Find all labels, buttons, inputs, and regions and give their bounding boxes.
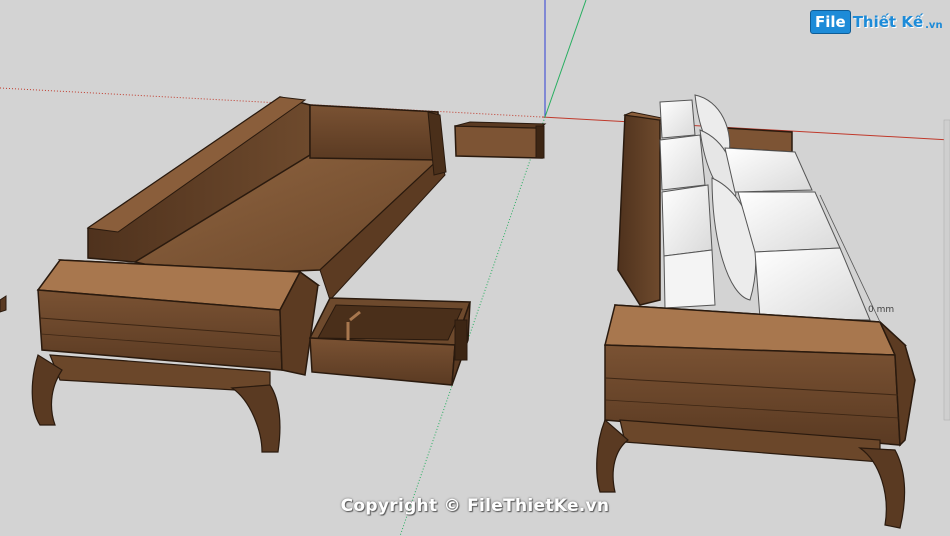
modeling-viewport[interactable]: File Thiết Kế .vn 0 mm Copyright © FileT… — [0, 0, 950, 536]
pulled-out-drawer — [308, 297, 472, 386]
small-drawer-top — [454, 121, 547, 159]
logo-name: Thiết Kế — [852, 13, 924, 31]
copyright-watermark: Copyright © FileThietKe.vn — [340, 496, 610, 516]
dimension-label: 0 mm — [868, 305, 895, 315]
edge-fragment — [0, 295, 7, 313]
logo-ext: .vn — [925, 19, 943, 31]
left-sofa-frame — [31, 96, 447, 453]
edge-fragment-right — [943, 119, 950, 421]
logo-box: File — [810, 10, 851, 34]
watermark-logo: File Thiết Kế .vn — [810, 10, 943, 34]
scene-canvas[interactable] — [0, 0, 950, 536]
green-axis-solid — [544, 0, 587, 118]
